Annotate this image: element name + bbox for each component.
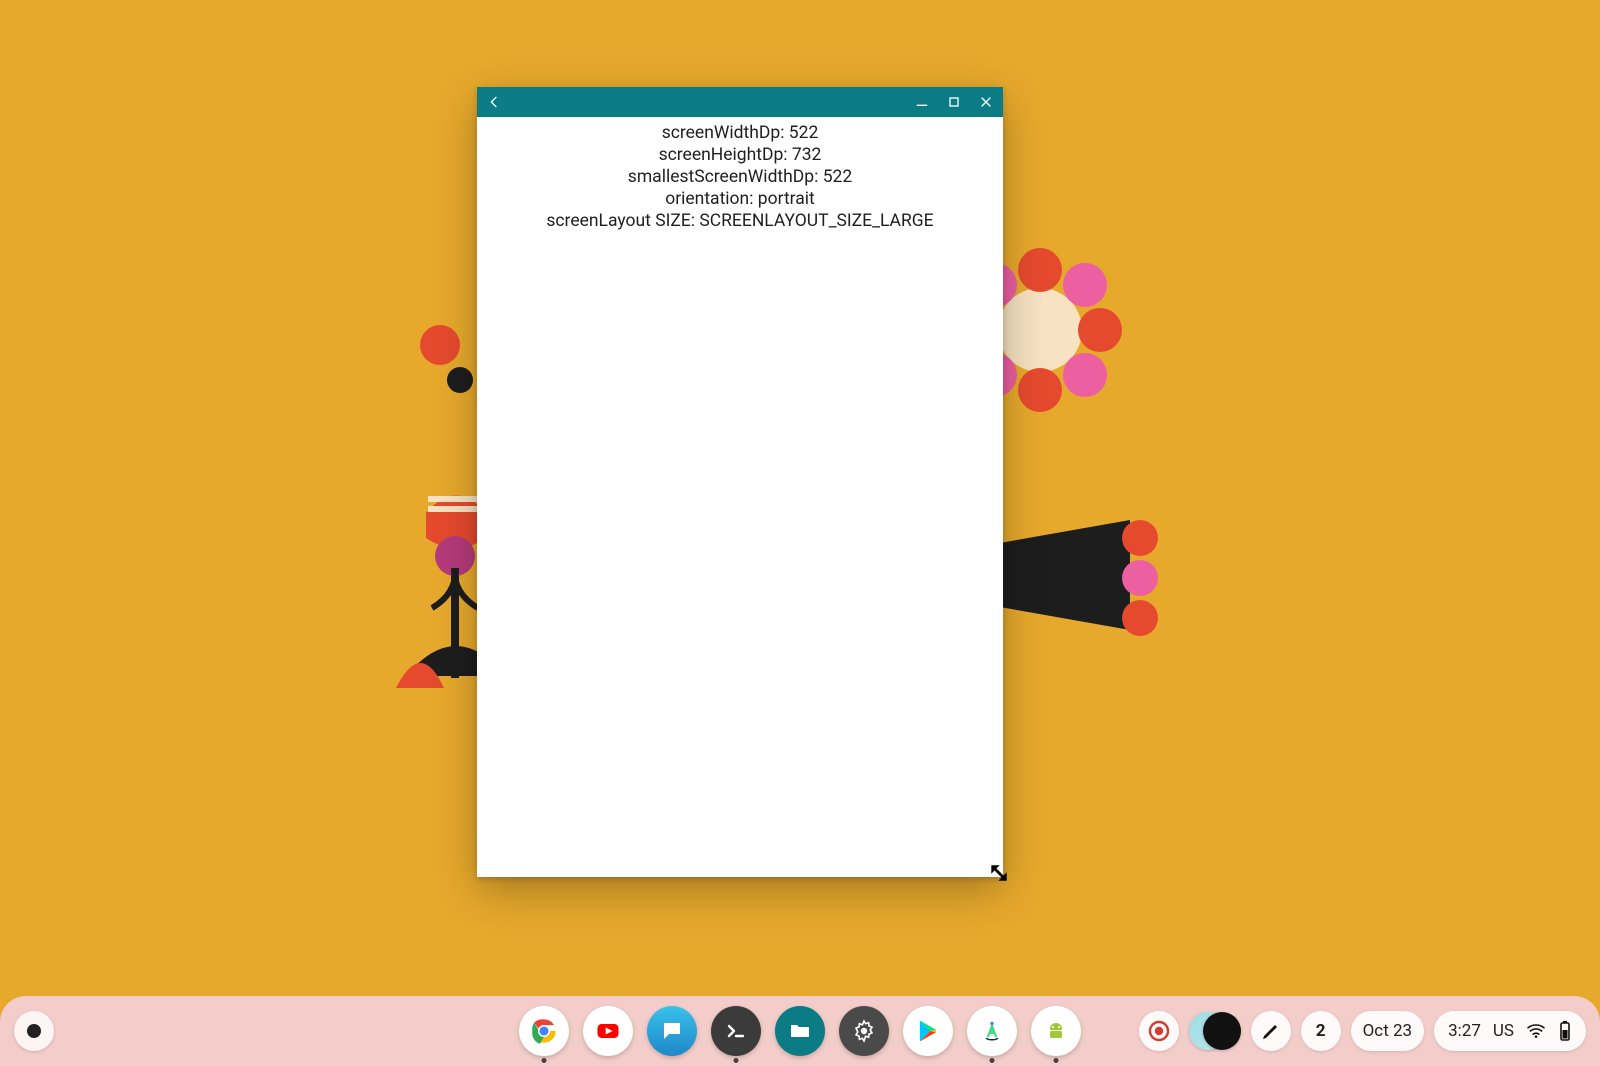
tray-keyboard: US (1493, 1021, 1514, 1041)
tray-date: Oct 23 (1363, 1021, 1412, 1041)
shelf-app-files[interactable] (775, 1006, 825, 1056)
shelf-app-play-store[interactable] (903, 1006, 953, 1056)
play-store-icon (914, 1017, 942, 1045)
resize-handle-cursor-icon[interactable] (990, 864, 1008, 882)
terminal-icon (724, 1019, 748, 1043)
shelf-app-terminal[interactable] (711, 1006, 761, 1056)
app-content: screenWidthDp: 522 screenHeightDp: 732 s… (477, 117, 1003, 232)
notifications-button[interactable]: 2 (1301, 1011, 1341, 1051)
youtube-icon (594, 1017, 622, 1045)
screencast-button[interactable] (1139, 1011, 1179, 1051)
record-icon (1147, 1019, 1171, 1043)
stylus-icon (1259, 1019, 1283, 1043)
config-line: orientation: portrait (477, 189, 1003, 211)
battery-icon (1558, 1020, 1572, 1042)
shelf-app-messages[interactable] (647, 1006, 697, 1056)
launcher-dot-icon (27, 1024, 41, 1038)
shelf-app-android-studio[interactable] (967, 1006, 1017, 1056)
wifi-icon (1526, 1023, 1546, 1039)
stylus-tools-button[interactable] (1251, 1011, 1291, 1051)
config-line: screenLayout SIZE: SCREENLAYOUT_SIZE_LAR… (477, 211, 1003, 233)
shelf: 2 Oct 23 3:27 US (0, 996, 1600, 1066)
close-button[interactable] (977, 93, 995, 111)
close-icon (978, 94, 994, 110)
status-area[interactable]: 3:27 US (1434, 1011, 1586, 1051)
avatar-icon (1203, 1012, 1241, 1050)
shelf-app-chrome[interactable] (519, 1006, 569, 1056)
chrome-icon (530, 1017, 558, 1045)
shelf-apps (519, 1006, 1081, 1056)
config-line: screenWidthDp: 522 (477, 123, 1003, 145)
account-switcher[interactable] (1189, 1010, 1241, 1052)
shelf-app-settings[interactable] (839, 1006, 889, 1056)
android-studio-icon (978, 1017, 1006, 1045)
folder-icon (788, 1019, 812, 1043)
system-tray: 2 Oct 23 3:27 US (1139, 1010, 1586, 1052)
maximize-icon (946, 94, 962, 110)
minimize-button[interactable] (913, 93, 931, 111)
android-app-window: screenWidthDp: 522 screenHeightDp: 732 s… (477, 87, 1003, 877)
chat-bubble-icon (660, 1019, 684, 1043)
shelf-app-android-emulator[interactable] (1031, 1006, 1081, 1056)
minimize-icon (914, 94, 930, 110)
arrow-left-icon (486, 94, 502, 110)
config-line: screenHeightDp: 732 (477, 145, 1003, 167)
calendar-chip[interactable]: Oct 23 (1351, 1011, 1424, 1051)
config-line: smallestScreenWidthDp: 522 (477, 167, 1003, 189)
android-robot-icon (1044, 1019, 1068, 1043)
back-button[interactable] (485, 93, 503, 111)
tray-time: 3:27 (1448, 1021, 1481, 1041)
wallpaper-bud-icon (420, 320, 480, 440)
gear-icon (852, 1019, 876, 1043)
launcher-button[interactable] (14, 1011, 54, 1051)
window-titlebar[interactable] (477, 87, 1003, 117)
notifications-count: 2 (1316, 1021, 1326, 1041)
shelf-app-youtube[interactable] (583, 1006, 633, 1056)
maximize-button[interactable] (945, 93, 963, 111)
